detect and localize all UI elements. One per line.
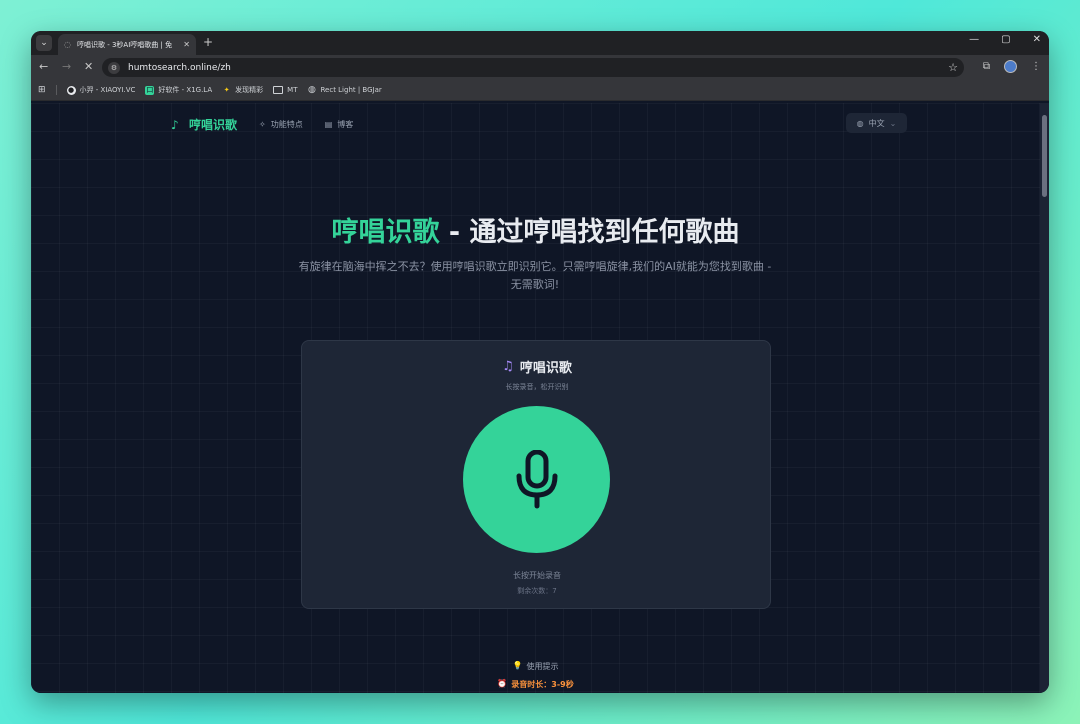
music-icon: ♫ [502,359,514,374]
tab-active[interactable]: ◌ 哼唱识歌 - 3秒AI哼唱歌曲 | 免 ✕ [58,34,196,55]
alarm-clock-icon: ⏰ [497,679,508,688]
usage-tips: 💡 使用提示 [31,661,1040,672]
apps-icon[interactable]: ⊞ [38,85,46,95]
browser-toolbar: ← → ✕ ⚙ humtosearch.online/zh ☆ ⧉ ⋮ [31,55,1049,80]
bookmarks-bar: ⊞ ● 小羿 - XIAOYI.VC 口 好软件 - X1G.LA ✦ 发现精彩… [31,80,1049,101]
bookmark-label: 小羿 - XIAOYI.VC [79,86,136,94]
chevron-down-icon: ⌄ [889,118,897,128]
extensions-icon[interactable]: ⧉ [983,61,990,72]
bookmark-label: Rect Light | BGJar [320,86,382,94]
start-recording-label: 长按开始录音 [513,571,561,580]
nav-features-label: 功能特点 [270,120,303,129]
address-bar[interactable]: ⚙ humtosearch.online/zh ☆ [102,58,964,77]
recognition-card: ♫ 哼唱识歌 长按录音，松开识别 长按开始录音 剩余次数：7 [301,340,771,609]
duration-label: 录音时长：3-9秒 [511,680,574,689]
window-controls: — ▢ ✕ [969,34,1041,45]
page-subtitle: 有旋律在脑海中挥之不去？使用哼唱识歌立即识别它。只需哼唱旋律,我们的AI就能为您… [298,260,772,291]
scrollbar[interactable] [1040,103,1049,693]
tab-title: 哼唱识歌 - 3秒AI哼唱歌曲 | 免 [77,40,173,49]
folder-icon [273,86,284,94]
github-icon: ● [66,85,76,95]
card-title-text: 哼唱识歌 [519,361,572,376]
bookmark-label: 发现精彩 [235,86,264,94]
stop-loading-button[interactable]: ✕ [84,61,93,73]
bookmark-mt[interactable]: MT [273,86,297,94]
scrollbar-thumb[interactable] [1042,115,1047,197]
tab-close-icon[interactable]: ✕ [183,40,190,49]
card-title: ♫ 哼唱识歌 [302,357,772,376]
microphone-icon [516,449,557,508]
record-button[interactable] [463,406,610,553]
page-viewport: ♪ 哼唱识歌 ✧ 功能特点 ▤ 博客 ◍ 中文 ⌄ 哼唱识歌 - 通过哼唱找到任… [31,103,1049,693]
new-tab-button[interactable]: + [203,35,213,49]
minimize-button[interactable]: — [969,34,979,45]
bookmark-xiaoyi[interactable]: ● 小羿 - XIAOYI.VC [66,85,136,95]
bookmarks-divider [55,85,57,95]
bookmark-label: 好软件 - X1G.LA [158,86,213,94]
menu-icon[interactable]: ⋮ [1031,61,1041,72]
close-window-button[interactable]: ✕ [1033,34,1041,45]
nav-blog[interactable]: ▤ 博客 [325,119,354,130]
document-icon: ▤ [324,120,333,129]
tips-label: 使用提示 [526,662,559,671]
title-accent: 哼唱识歌 [331,217,440,248]
page-title: 哼唱识歌 - 通过哼唱找到任何歌曲 [31,210,1040,249]
maximize-button[interactable]: ▢ [1001,34,1010,45]
site-info-icon[interactable]: ⚙ [108,61,120,74]
lightbulb-icon: 💡 [512,661,523,670]
music-note-icon: ♪ [171,117,179,132]
bookmark-label: MT [287,86,298,94]
toolbar-right: ⧉ ⋮ [983,60,1041,73]
globe-icon: ◍ [308,85,316,95]
logo-text: 哼唱识歌 [189,118,238,132]
back-button[interactable]: ← [39,61,48,73]
profile-avatar[interactable] [1004,60,1017,73]
spark-icon: ✦ [223,86,230,94]
recording-duration: ⏰ 录音时长：3-9秒 [31,679,1040,690]
bookmark-rectlight[interactable]: ◍ Rect Light | BGJar [307,85,382,95]
browser-window: ⌄ ◌ 哼唱识歌 - 3秒AI哼唱歌曲 | 免 ✕ + — ▢ ✕ ← → ✕ … [31,31,1049,693]
tab-strip: ⌄ ◌ 哼唱识歌 - 3秒AI哼唱歌曲 | 免 ✕ + — ▢ ✕ [31,31,1049,55]
app-icon: 口 [145,85,155,95]
loading-icon: ◌ [64,40,71,49]
url-text[interactable]: humtosearch.online/zh [128,63,231,73]
tab-search-button[interactable]: ⌄ [36,35,52,51]
card-hint: 长按录音，松开识别 [505,383,569,391]
nav-features[interactable]: ✧ 功能特点 [259,119,303,130]
language-selector[interactable]: ◍ 中文 ⌄ [846,113,907,133]
forward-button[interactable]: → [62,61,71,73]
globe-icon: ◍ [856,118,864,128]
sparkles-icon: ✧ [259,120,266,129]
bookmark-star-icon[interactable]: ☆ [948,61,958,74]
bookmark-x1g[interactable]: 口 好软件 - X1G.LA [145,85,212,95]
title-rest: - 通过哼唱找到任何歌曲 [439,217,740,248]
site-logo[interactable]: ♪ 哼唱识歌 [171,116,237,133]
bookmark-discover[interactable]: ✦ 发现精彩 [222,85,263,95]
remaining-count: 剩余次数：7 [517,587,557,595]
site-nav: ♪ 哼唱识歌 ✧ 功能特点 ▤ 博客 [171,116,353,133]
language-label: 中文 [868,118,885,128]
nav-blog-label: 博客 [337,120,354,129]
